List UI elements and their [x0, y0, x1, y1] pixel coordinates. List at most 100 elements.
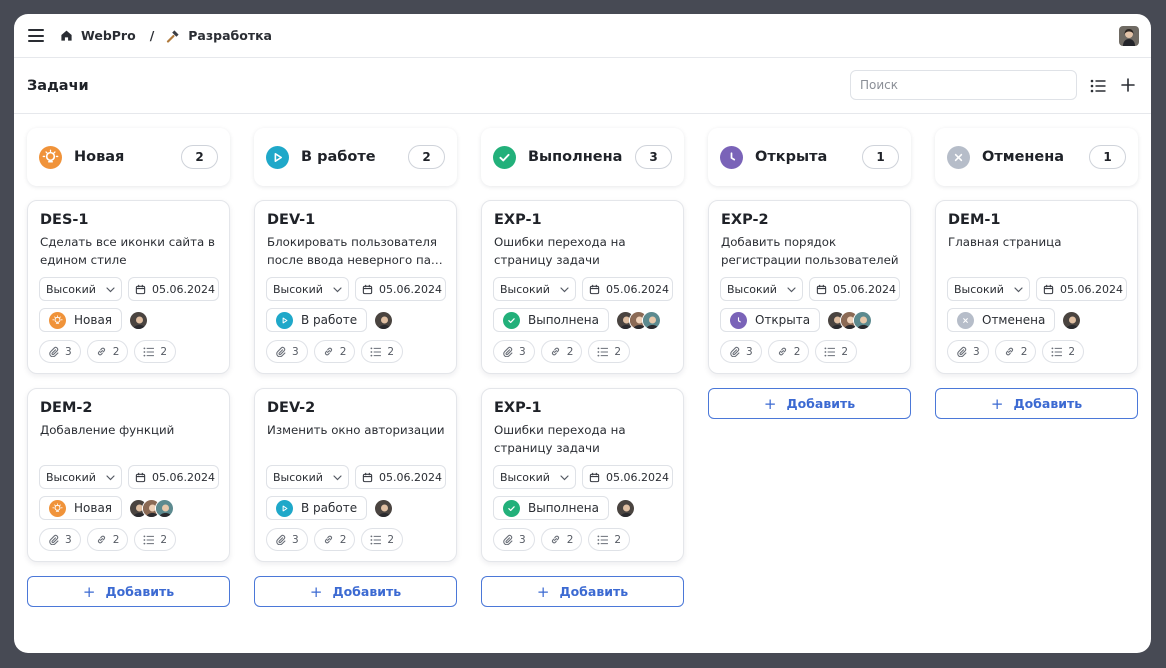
column-header[interactable]: В работе 2 [254, 128, 457, 186]
task-card[interactable]: DEM-2 Добавление функций Высокий 05.06.2024… [27, 388, 230, 562]
links-chip[interactable]: 2 [86, 340, 129, 363]
search-input[interactable] [850, 70, 1077, 100]
breadcrumb-workspace[interactable]: WebPro [81, 28, 136, 43]
due-date-field[interactable]: 05.06.2024 [355, 277, 446, 301]
priority-select[interactable]: Высокий [720, 277, 803, 301]
status-badge[interactable]: В работе [266, 496, 368, 520]
status-badge[interactable]: Отменена [947, 308, 1056, 332]
attachments-chip[interactable]: 3 [493, 528, 535, 551]
assignee-avatar[interactable] [129, 310, 149, 330]
assignee-avatar[interactable] [155, 498, 175, 518]
task-description: Добавить порядок регистрации пользовател… [721, 235, 899, 267]
links-chip[interactable]: 2 [313, 528, 356, 551]
task-description: Ошибки перехода на страницу задачи [494, 235, 626, 267]
priority-select[interactable]: Высокий [493, 277, 576, 301]
priority-select[interactable]: Высокий [493, 465, 576, 489]
add-task-label: Добавить [332, 584, 402, 599]
assignee-avatar[interactable] [642, 310, 661, 330]
home-icon[interactable] [60, 29, 73, 42]
add-task-button[interactable]: + Добавить [27, 576, 230, 607]
hammer-icon [166, 29, 180, 43]
paperclip-icon [48, 346, 65, 357]
subtasks-chip[interactable]: 2 [588, 528, 631, 551]
links-chip[interactable]: 2 [313, 340, 356, 363]
column-header[interactable]: Выполнена 3 [481, 128, 684, 186]
task-card[interactable]: EXP-1 Ошибки перехода на страницу задачи В… [481, 388, 684, 562]
priority-select[interactable]: Высокий [39, 465, 122, 489]
due-date-field[interactable]: 05.06.2024 [809, 277, 900, 301]
attachments-chip[interactable]: 3 [493, 340, 535, 363]
status-badge[interactable]: Новая [39, 496, 123, 520]
task-card[interactable]: DES-1 Сделать все иконки сайта в едином с… [27, 200, 230, 374]
add-task-button[interactable]: + Добавить [481, 576, 684, 607]
attachments-chip[interactable]: 3 [720, 340, 762, 363]
attachments-chip[interactable]: 3 [39, 340, 81, 363]
due-date-field[interactable]: 05.06.2024 [128, 277, 219, 301]
assignees [616, 498, 635, 518]
assignee-avatar[interactable] [1062, 310, 1082, 330]
user-avatar[interactable] [1119, 26, 1139, 46]
subtasks-chip[interactable]: 2 [1042, 340, 1085, 363]
priority-select[interactable]: Высокий [947, 277, 1030, 301]
subtasks-count: 2 [1068, 345, 1076, 358]
links-chip[interactable]: 2 [86, 528, 129, 551]
attachments-chip[interactable]: 3 [266, 528, 308, 551]
links-chip[interactable]: 2 [540, 528, 583, 551]
plus-icon: + [990, 394, 1004, 413]
checklist-icon [143, 346, 160, 357]
subtasks-chip[interactable]: 2 [361, 528, 404, 551]
task-id: DES-1 [40, 212, 89, 228]
breadcrumb-project[interactable]: Разработка [188, 28, 272, 43]
status-badge[interactable]: Выполнена [493, 308, 609, 332]
list-view-icon[interactable] [1090, 78, 1106, 97]
subtasks-chip[interactable]: 2 [361, 340, 404, 363]
status-badge[interactable]: В работе [266, 308, 368, 332]
assignee-avatar[interactable] [853, 310, 873, 330]
task-card[interactable]: DEV-2 Изменить окно авторизации Высокий 05.… [254, 388, 457, 562]
subtasks-chip[interactable]: 2 [134, 340, 177, 363]
subtasks-chip[interactable]: 2 [134, 528, 177, 551]
assignee-avatar[interactable] [616, 498, 635, 518]
column-header[interactable]: Открыта 1 [708, 128, 911, 186]
due-date-field[interactable]: 05.06.2024 [128, 465, 219, 489]
task-card[interactable]: EXP-2 Добавить порядок регистрации пользо… [708, 200, 911, 374]
status-badge[interactable]: Открыта [720, 308, 821, 332]
attachments-chip[interactable]: 3 [947, 340, 989, 363]
links-chip[interactable]: 2 [767, 340, 810, 363]
attachments-chip[interactable]: 3 [266, 340, 308, 363]
due-date-field[interactable]: 05.06.2024 [582, 277, 673, 301]
add-task-button[interactable]: + Добавить [254, 576, 457, 607]
status-badge[interactable]: Новая [39, 308, 123, 332]
add-task-button[interactable]: + Добавить [708, 388, 911, 419]
links-chip[interactable]: 2 [540, 340, 583, 363]
column-title: Новая [74, 149, 125, 165]
due-date-field[interactable]: 05.06.2024 [1036, 277, 1127, 301]
subtasks-chip[interactable]: 2 [588, 340, 631, 363]
task-card[interactable]: DEM-1 Главная страница Высокий 05.06.2024 От… [935, 200, 1138, 374]
links-chip[interactable]: 2 [994, 340, 1037, 363]
priority-select[interactable]: Высокий [266, 277, 349, 301]
priority-select[interactable]: Высокий [266, 465, 349, 489]
assignees [827, 310, 873, 330]
add-task-button[interactable]: + Добавить [935, 388, 1138, 419]
column-header[interactable]: Новая 2 [27, 128, 230, 186]
assignee-avatar[interactable] [374, 310, 394, 330]
link-icon [323, 534, 340, 545]
calendar-icon [1043, 284, 1060, 295]
task-card[interactable]: DEV-1 Блокировать пользователя после ввод… [254, 200, 457, 374]
subtasks-chip[interactable]: 2 [815, 340, 858, 363]
plus-icon[interactable] [1121, 77, 1135, 96]
attachments-chip[interactable]: 3 [39, 528, 81, 551]
priority-select[interactable]: Высокий [39, 277, 122, 301]
paperclip-icon [956, 346, 973, 357]
task-card[interactable]: EXP-1 Ошибки перехода на страницу задачи В… [481, 200, 684, 374]
priority-value: Высокий [500, 282, 550, 296]
plus-icon: + [536, 582, 550, 601]
due-date-field[interactable]: 05.06.2024 [355, 465, 446, 489]
status-badge[interactable]: Выполнена [493, 496, 609, 520]
column-cancelled: Отменена 1 DEM-1 Главная страница Высокий 05.… [935, 128, 1138, 607]
column-header[interactable]: Отменена 1 [935, 128, 1138, 186]
menu-icon[interactable] [28, 29, 44, 42]
due-date-field[interactable]: 05.06.2024 [582, 465, 673, 489]
assignee-avatar[interactable] [374, 498, 394, 518]
